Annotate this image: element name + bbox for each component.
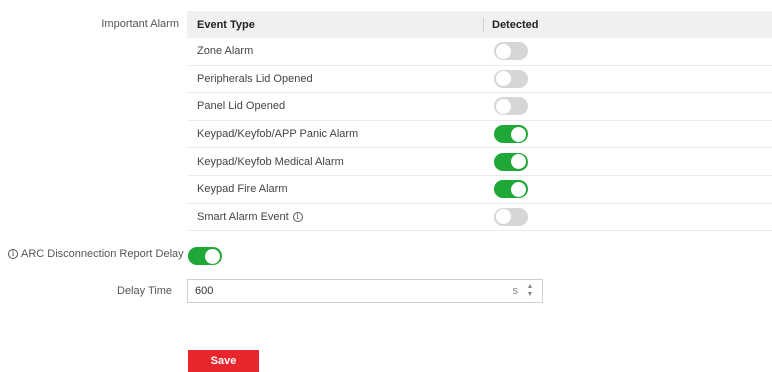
- toggle-knob: [496, 43, 511, 59]
- event-type-cell: Keypad/Keyfob Medical Alarm: [187, 156, 484, 168]
- event-type-cell: Panel Lid Opened: [187, 100, 484, 112]
- delay-time-unit: s: [512, 285, 519, 297]
- delay-time-label: Delay Time: [117, 285, 173, 297]
- table-row: Zone Alarm: [187, 38, 772, 66]
- event-type-cell: Keypad Fire Alarm: [187, 183, 484, 195]
- event-type-cell: Peripherals Lid Opened: [187, 73, 484, 85]
- detected-toggle[interactable]: [494, 42, 528, 61]
- table-row: Keypad Fire Alarm: [187, 176, 772, 204]
- detected-cell: [484, 152, 528, 171]
- column-header-detected: Detected: [492, 18, 539, 31]
- detected-toggle[interactable]: [494, 97, 528, 116]
- detected-toggle[interactable]: [494, 125, 528, 144]
- toggle-knob: [511, 154, 526, 170]
- toggle-knob: [496, 71, 511, 87]
- toggle-knob: [511, 181, 526, 197]
- toggle-knob: [496, 98, 511, 114]
- event-type-cell: Keypad/Keyfob/APP Panic Alarm: [187, 128, 484, 140]
- detected-cell: [484, 125, 528, 144]
- important-alarm-label: Important Alarm: [101, 18, 179, 30]
- detected-cell: [484, 42, 528, 61]
- detected-toggle[interactable]: [494, 152, 528, 171]
- detected-toggle[interactable]: [494, 180, 528, 199]
- event-type-cell: Zone Alarm: [187, 45, 484, 57]
- info-icon[interactable]: i: [8, 249, 18, 259]
- table-row: Panel Lid Opened: [187, 93, 772, 121]
- event-type-label: Keypad/Keyfob Medical Alarm: [197, 155, 344, 168]
- delay-time-input[interactable]: 600 s ▲ ▼: [187, 279, 543, 303]
- table-row: Keypad/Keyfob/APP Panic Alarm: [187, 121, 772, 149]
- arc-delay-toggle[interactable]: [188, 247, 222, 265]
- table-header: Event Type Detected: [187, 11, 772, 38]
- detected-cell: [484, 180, 528, 199]
- table-row: Keypad/Keyfob Medical Alarm: [187, 148, 772, 176]
- detected-cell: [484, 69, 528, 88]
- event-type-label: Zone Alarm: [197, 45, 254, 58]
- detected-toggle[interactable]: [494, 69, 528, 88]
- detected-cell: [484, 207, 528, 226]
- event-type-label: Peripherals Lid Opened: [197, 72, 313, 85]
- detected-cell: [484, 97, 528, 116]
- toggle-knob: [496, 209, 511, 225]
- stepper-icon[interactable]: ▲ ▼: [524, 282, 536, 300]
- arc-delay-label-group: i ARC Disconnection Report Delay: [8, 248, 184, 260]
- info-icon[interactable]: i: [292, 211, 303, 222]
- table-row: Smart Alarm Event i: [187, 204, 772, 232]
- event-type-label: Keypad/Keyfob/APP Panic Alarm: [197, 128, 359, 141]
- arc-delay-label: ARC Disconnection Report Delay: [21, 248, 184, 260]
- event-type-label: Smart Alarm Event: [197, 210, 289, 223]
- chevron-down-icon[interactable]: ▼: [527, 291, 534, 299]
- detected-toggle[interactable]: [494, 207, 528, 226]
- arc-delay-toggle-wrap: [188, 247, 222, 265]
- chevron-up-icon[interactable]: ▲: [527, 283, 534, 291]
- toggle-knob: [511, 126, 526, 142]
- table-row: Peripherals Lid Opened: [187, 66, 772, 94]
- event-table: Event Type Detected Zone Alarm Peripheral…: [187, 11, 772, 232]
- event-type-label: Keypad Fire Alarm: [197, 183, 288, 196]
- column-header-event-type: Event Type: [197, 18, 255, 31]
- event-type-label: Panel Lid Opened: [197, 100, 286, 113]
- table-body: Zone Alarm Peripherals Lid Opened Panel Li…: [187, 38, 772, 232]
- delay-time-value: 600: [195, 285, 214, 297]
- toggle-knob: [205, 248, 220, 264]
- event-type-cell: Smart Alarm Event i: [187, 211, 484, 223]
